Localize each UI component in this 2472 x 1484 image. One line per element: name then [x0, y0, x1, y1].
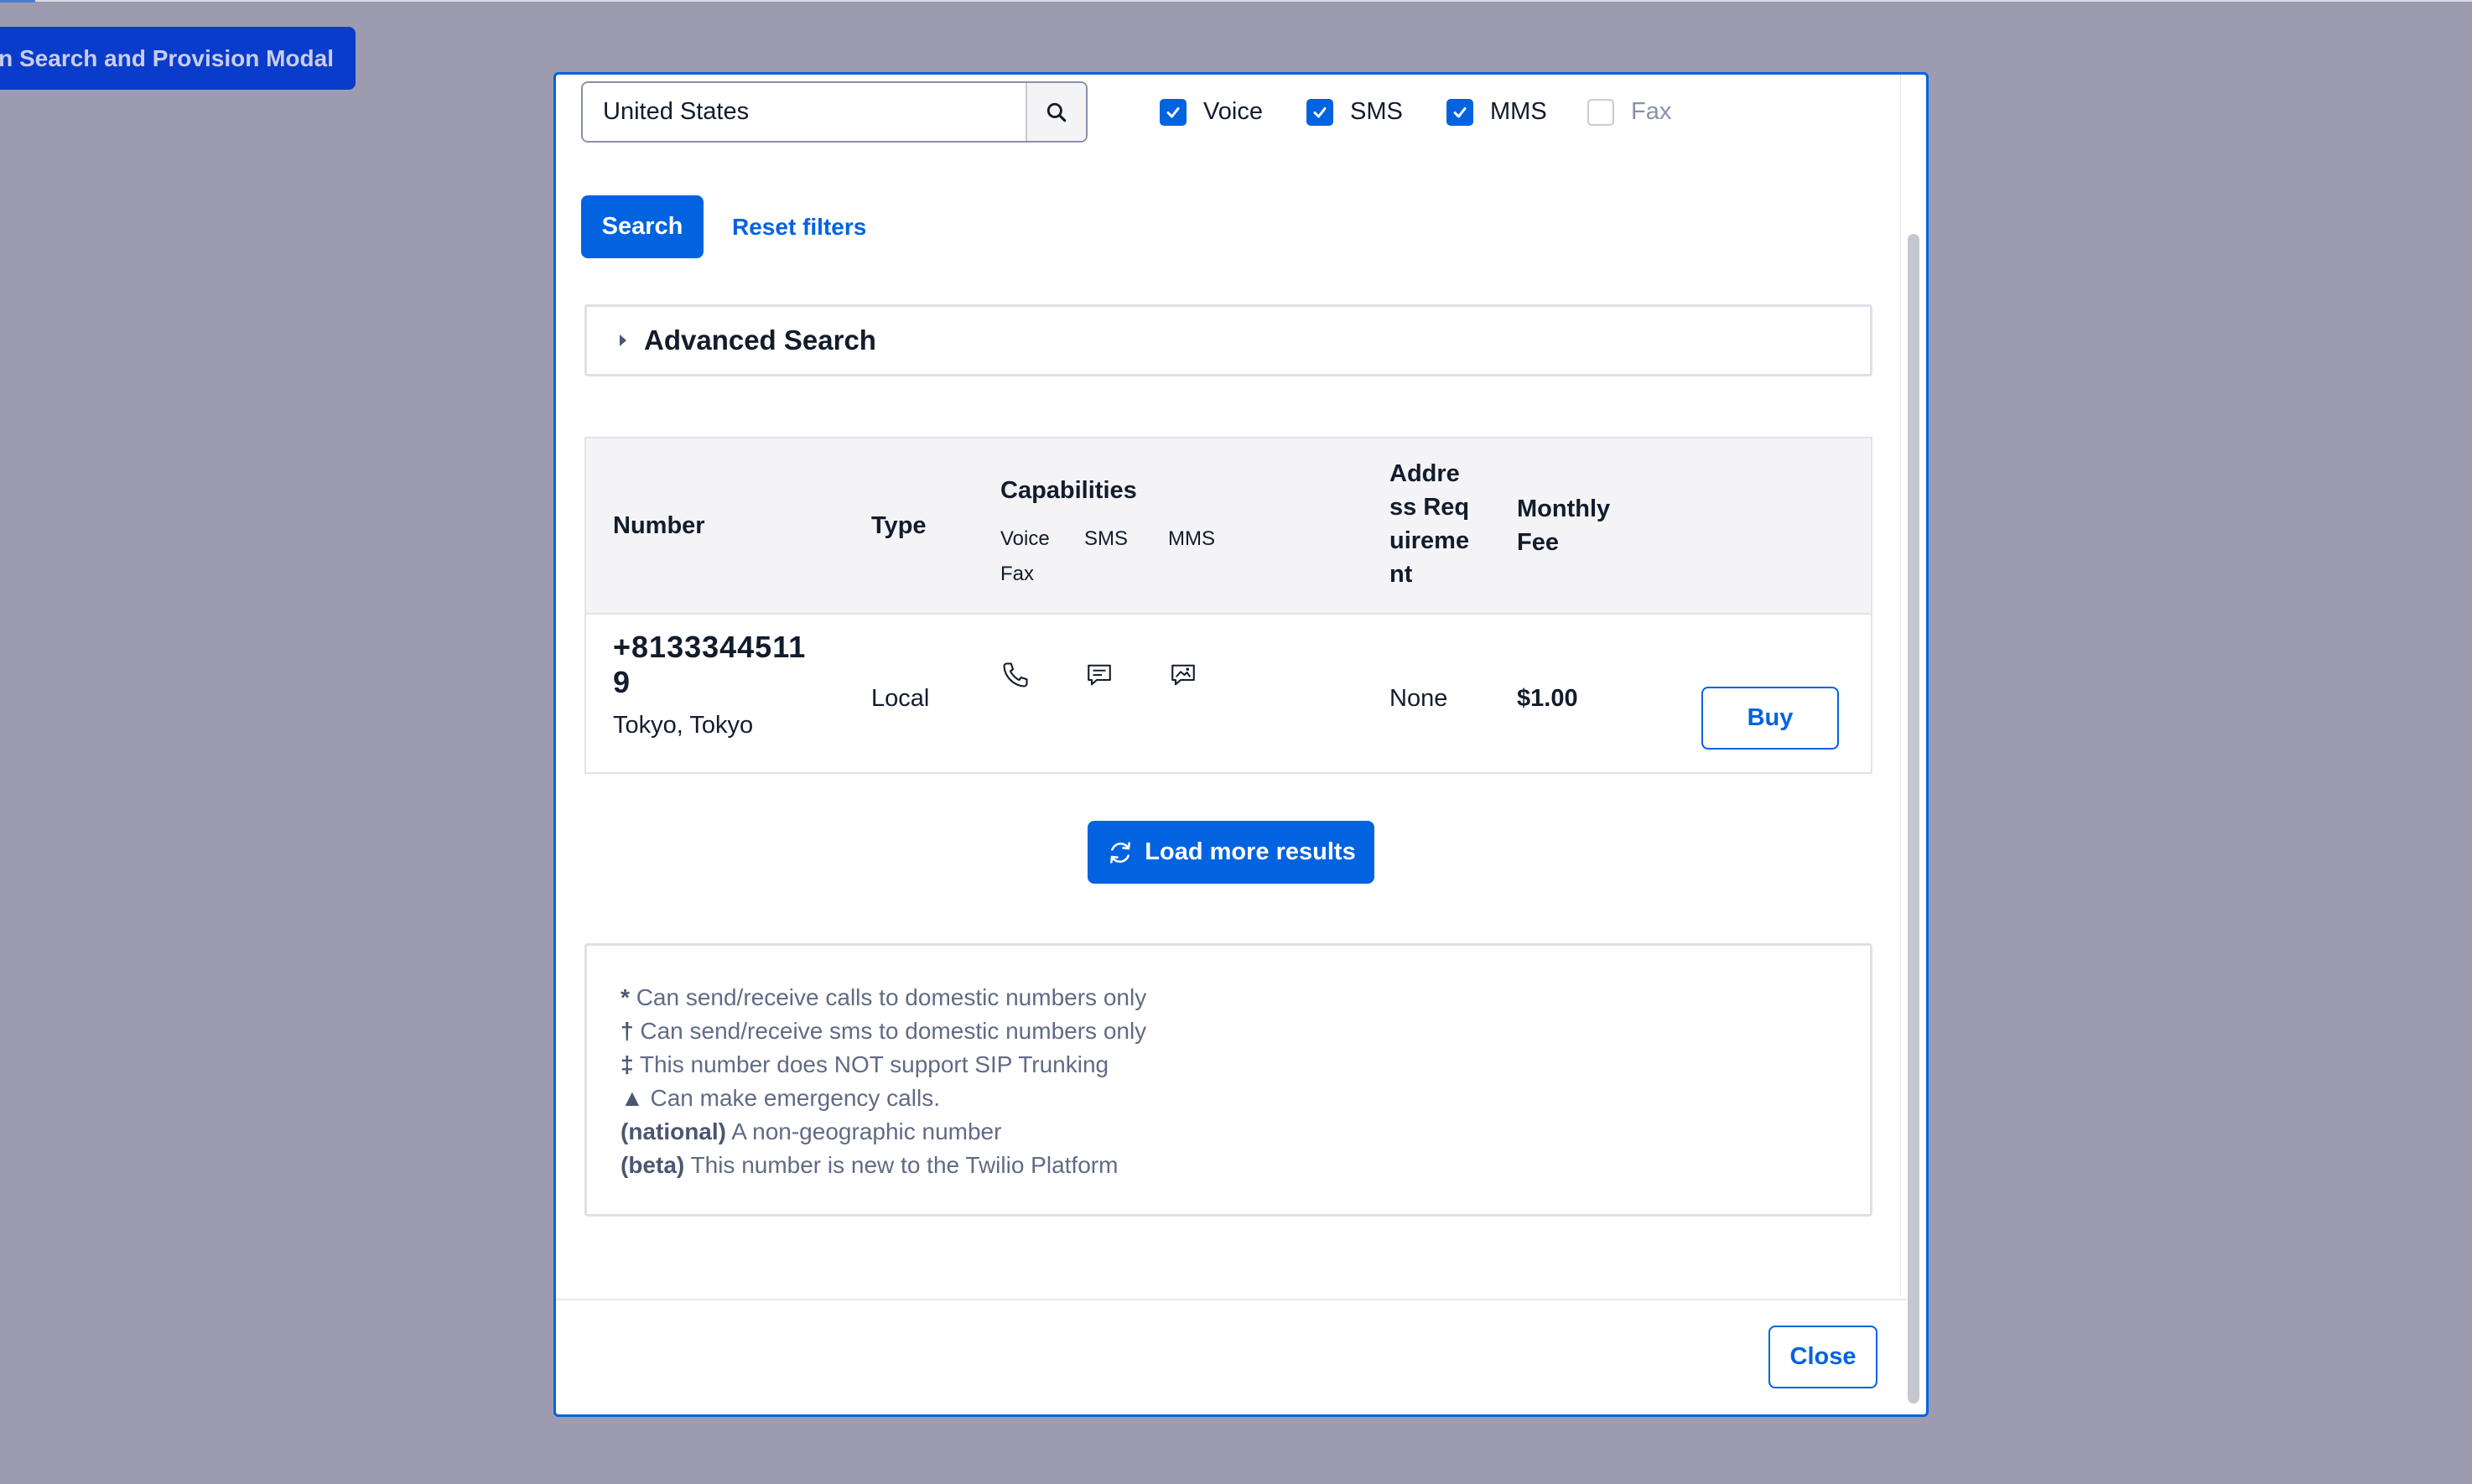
legend-item: (beta) This number is new to the Twilio …: [621, 1152, 1119, 1178]
results-table: Number Type Capabilities Voice SMS MMS F…: [584, 437, 1872, 774]
close-button[interactable]: Close: [1768, 1326, 1877, 1388]
checkbox-mms-label: MMS: [1490, 98, 1547, 125]
checkbox-sms-box[interactable]: [1306, 98, 1333, 126]
modal-scrollbar[interactable]: [1908, 234, 1919, 1404]
header-type: Type: [871, 512, 927, 539]
legend-item: ‡ This number does NOT support SIP Trunk…: [621, 1051, 1109, 1077]
header-address-requirement: Address Requirement: [1389, 460, 1470, 588]
top-border: [0, 0, 2472, 2]
search-button-label: Search: [601, 213, 683, 240]
table-header: Number Type Capabilities Voice SMS MMS F…: [586, 438, 1871, 615]
advanced-search-label: Advanced Search: [644, 324, 876, 355]
row-address-requirement: None: [1389, 685, 1448, 712]
legend-box: * Can send/receive calls to domestic num…: [584, 943, 1872, 1217]
checkbox-fax-label: Fax: [1631, 98, 1672, 125]
search-button[interactable]: Search: [581, 195, 704, 258]
legend-item: ▲ Can make emergency calls.: [621, 1085, 940, 1111]
checkbox-mms[interactable]: MMS: [1446, 98, 1547, 126]
checkbox-fax-box[interactable]: [1587, 98, 1614, 126]
load-more-button[interactable]: Load more results: [1088, 821, 1374, 884]
checkbox-sms[interactable]: SMS: [1306, 98, 1403, 126]
header-number: Number: [613, 512, 705, 539]
header-capabilities: Capabilities: [1000, 477, 1137, 504]
row-monthly-fee: $1.00: [1517, 685, 1578, 712]
checkmark-icon: [1166, 106, 1180, 117]
country-input[interactable]: [583, 83, 1026, 141]
top-accent: [0, 0, 35, 3]
header-cap-sms: SMS: [1084, 527, 1129, 550]
load-more-label: Load more results: [1145, 838, 1356, 865]
advanced-search-toggle[interactable]: Advanced Search: [584, 304, 1872, 376]
close-button-label: Close: [1789, 1343, 1857, 1370]
country-search-group: [581, 81, 1088, 143]
search-provision-modal: Voice SMS MMS Fax Search Reset filters A…: [553, 72, 1929, 1417]
checkbox-mms-box[interactable]: [1446, 98, 1473, 126]
checkbox-voice[interactable]: Voice: [1160, 98, 1263, 126]
header-cap-mms: MMS: [1168, 527, 1215, 550]
header-cap-fax: Fax: [1000, 563, 1035, 585]
legend-item: * Can send/receive calls to domestic num…: [621, 984, 1147, 1010]
checkmark-icon: [1313, 106, 1327, 117]
checkbox-sms-label: SMS: [1350, 98, 1403, 125]
header-monthly-fee: Monthly Fee: [1517, 496, 1611, 556]
footer-divider: [556, 1299, 1906, 1300]
checkbox-fax[interactable]: Fax: [1587, 98, 1671, 126]
phone-icon: [1003, 662, 1028, 688]
row-type: Local: [871, 685, 930, 712]
checkmark-icon: [1453, 106, 1467, 117]
legend-item: † Can send/receive sms to domestic numbe…: [621, 1018, 1147, 1044]
sms-icon: [1088, 664, 1111, 686]
caret-right-icon: [620, 335, 626, 346]
reset-filters-link[interactable]: Reset filters: [732, 214, 866, 241]
refresh-icon: [1110, 841, 1131, 864]
open-search-provision-modal-button[interactable]: n Search and Provision Modal: [0, 27, 356, 90]
buy-button-label: Buy: [1747, 704, 1794, 731]
buy-button[interactable]: Buy: [1701, 687, 1839, 750]
legend-item: (national) A non-geographic number: [621, 1118, 1002, 1144]
country-search-button[interactable]: [1026, 83, 1086, 141]
open-modal-label: n Search and Provision Modal: [0, 44, 334, 71]
row-location: Tokyo, Tokyo: [613, 712, 754, 739]
mms-icon: [1171, 664, 1195, 686]
checkbox-voice-label: Voice: [1203, 98, 1263, 125]
search-icon: [1046, 102, 1067, 122]
header-cap-voice: Voice: [1000, 527, 1050, 550]
row-number: +81333445119: [613, 630, 807, 699]
checkbox-voice-box[interactable]: [1160, 98, 1187, 126]
